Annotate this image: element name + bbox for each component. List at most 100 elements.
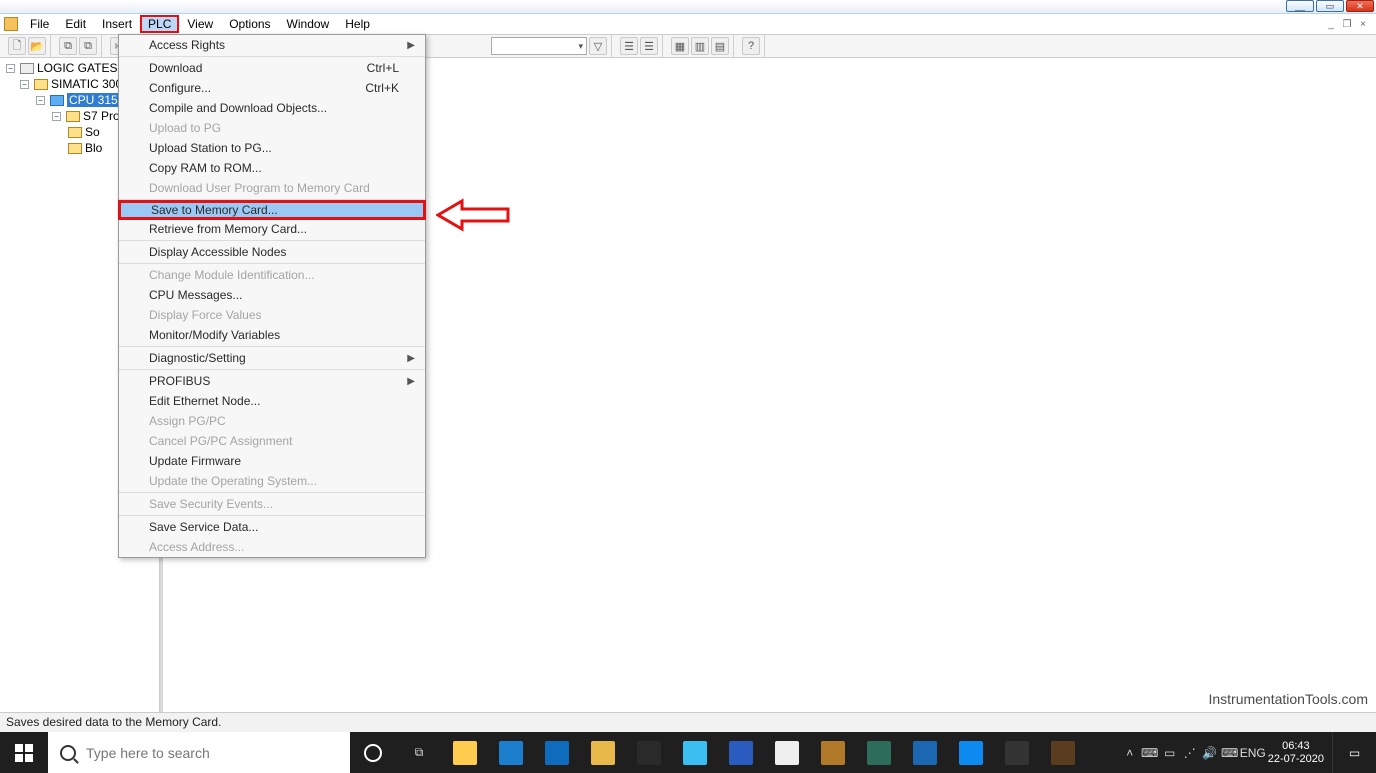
- taskbar-app-store[interactable]: [488, 732, 534, 773]
- statusbar: Saves desired data to the Memory Card.: [0, 712, 1376, 732]
- toolbar-btn-a[interactable]: ⧉: [59, 37, 77, 55]
- taskbar-app-word[interactable]: [718, 732, 764, 773]
- taskbar-app-e[interactable]: [1040, 732, 1086, 773]
- menu-item-display-force-values: Display Force Values: [119, 305, 425, 325]
- menu-view[interactable]: View: [179, 15, 221, 33]
- taskbar-app-paint[interactable]: [580, 732, 626, 773]
- menu-window[interactable]: Window: [279, 15, 338, 33]
- window-minimize-button[interactable]: __: [1286, 0, 1314, 12]
- tray-wifi-icon[interactable]: ⋰: [1180, 746, 1200, 760]
- menu-item-profibus[interactable]: PROFIBUS▶: [119, 371, 425, 391]
- menu-item-edit-ethernet-node[interactable]: Edit Ethernet Node...: [119, 391, 425, 411]
- taskbar-app-a[interactable]: [810, 732, 856, 773]
- tray-chevron-icon[interactable]: ˄: [1120, 746, 1140, 760]
- open-button[interactable]: 📂: [28, 37, 46, 55]
- menu-item-configure[interactable]: Configure...Ctrl+K: [119, 78, 425, 98]
- toolbar-btn-b[interactable]: ⧉: [79, 37, 97, 55]
- menu-item-save-to-memory-card[interactable]: Save to Memory Card...: [118, 200, 426, 220]
- tray-language[interactable]: ENG: [1240, 746, 1260, 760]
- toolbar-btn-g[interactable]: ▤: [711, 37, 729, 55]
- tray-battery-icon[interactable]: ▭: [1160, 746, 1180, 760]
- toolbar-btn-d[interactable]: ☰: [640, 37, 658, 55]
- menu-item-copy-ram-to-rom[interactable]: Copy RAM to ROM...: [119, 158, 425, 178]
- menu-insert[interactable]: Insert: [94, 15, 140, 33]
- menu-item-assign-pg-pc: Assign PG/PC: [119, 411, 425, 431]
- app-icon: [4, 17, 18, 31]
- taskbar-app-edge[interactable]: [672, 732, 718, 773]
- menu-item-compile-and-download-objects[interactable]: Compile and Download Objects...: [119, 98, 425, 118]
- search-icon: [60, 745, 76, 761]
- menu-item-upload-station-to-pg[interactable]: Upload Station to PG...: [119, 138, 425, 158]
- menu-item-cancel-pg-pc-assignment: Cancel PG/PC Assignment: [119, 431, 425, 451]
- taskbar-app-tia[interactable]: [626, 732, 672, 773]
- taskbar-app-b[interactable]: [856, 732, 902, 773]
- menu-item-download[interactable]: DownloadCtrl+L: [119, 58, 425, 78]
- tree-station[interactable]: SIMATIC 300(: [51, 77, 126, 91]
- taskbar-app-d[interactable]: [994, 732, 1040, 773]
- menu-item-monitor-modify-variables[interactable]: Monitor/Modify Variables: [119, 325, 425, 345]
- menu-options[interactable]: Options: [221, 15, 278, 33]
- taskbar-app-explorer[interactable]: [442, 732, 488, 773]
- plc-menu-dropdown: Access Rights▶ DownloadCtrl+LConfigure...…: [118, 34, 426, 558]
- taskbar-app-chrome[interactable]: [764, 732, 810, 773]
- menu-bar: FileEditInsertPLCViewOptionsWindowHelp _…: [0, 14, 1376, 34]
- tray-volume-icon[interactable]: 🔊: [1200, 746, 1220, 760]
- taskbar-search[interactable]: Type here to search: [48, 732, 350, 773]
- window-close-button[interactable]: ✕: [1346, 0, 1374, 12]
- sources-icon: [68, 127, 82, 138]
- window-maximize-button[interactable]: ▭: [1316, 0, 1344, 12]
- taskbar-app-teamviewer[interactable]: [948, 732, 994, 773]
- clock-time: 06:43: [1268, 740, 1324, 753]
- task-view-button[interactable]: ⧉: [396, 732, 442, 773]
- menu-edit[interactable]: Edit: [57, 15, 94, 33]
- tree-program[interactable]: S7 Pro: [83, 109, 120, 123]
- taskbar-app-c[interactable]: [902, 732, 948, 773]
- watermark: InstrumentationTools.com: [1208, 691, 1368, 707]
- blocks-icon: [68, 143, 82, 154]
- taskbar: Type here to search ⧉ ˄ ⌨ ▭ ⋰ 🔊 ⌨ ENG 06…: [0, 732, 1376, 773]
- search-placeholder: Type here to search: [86, 745, 210, 761]
- menu-item-retrieve-from-memory-card[interactable]: Retrieve from Memory Card...: [119, 219, 425, 239]
- menu-item-access-rights[interactable]: Access Rights▶: [119, 35, 425, 55]
- toolbar-btn-c[interactable]: ☰: [620, 37, 638, 55]
- mdi-restore-button[interactable]: ❐: [1340, 19, 1354, 30]
- mdi-close-button[interactable]: ×: [1356, 19, 1370, 30]
- menu-item-update-the-operating-system: Update the Operating System...: [119, 471, 425, 491]
- tray-ime-icon[interactable]: ⌨: [1220, 746, 1240, 760]
- menu-item-update-firmware[interactable]: Update Firmware: [119, 451, 425, 471]
- toolbar-btn-f[interactable]: ▥: [691, 37, 709, 55]
- menu-item-upload-to-pg: Upload to PG: [119, 118, 425, 138]
- help-button[interactable]: ?: [742, 37, 760, 55]
- taskbar-clock[interactable]: 06:43 22-07-2020: [1260, 740, 1332, 766]
- filter-button[interactable]: ▽: [589, 37, 607, 55]
- project-icon: [20, 63, 34, 74]
- program-icon: [66, 111, 80, 122]
- toolbar-btn-e[interactable]: ▦: [671, 37, 689, 55]
- annotation-arrow: [436, 197, 510, 233]
- mdi-minimize-button[interactable]: _: [1324, 19, 1338, 30]
- menu-item-download-user-program-to-memory-card: Download User Program to Memory Card: [119, 178, 425, 198]
- cpu-icon: [50, 95, 64, 106]
- start-button[interactable]: [0, 732, 48, 773]
- system-tray[interactable]: ˄ ⌨ ▭ ⋰ 🔊 ⌨ ENG 06:43 22-07-2020 ▭: [1120, 732, 1376, 773]
- menu-item-display-accessible-nodes[interactable]: Display Accessible Nodes: [119, 242, 425, 262]
- menu-plc[interactable]: PLC: [140, 15, 179, 33]
- new-button[interactable]: 🗋: [8, 37, 26, 55]
- menu-item-diagnostic-setting[interactable]: Diagnostic/Setting▶: [119, 348, 425, 368]
- menu-file[interactable]: File: [22, 15, 57, 33]
- tree-sources[interactable]: So: [85, 125, 100, 139]
- menu-item-save-security-events: Save Security Events...: [119, 494, 425, 514]
- menu-item-save-service-data[interactable]: Save Service Data...: [119, 517, 425, 537]
- clock-date: 22-07-2020: [1268, 753, 1324, 766]
- tray-keyboard-icon[interactable]: ⌨: [1140, 746, 1160, 760]
- station-icon: [34, 79, 48, 90]
- menu-help[interactable]: Help: [337, 15, 378, 33]
- filter-combo[interactable]: ▾: [491, 37, 587, 55]
- menu-item-cpu-messages[interactable]: CPU Messages...: [119, 285, 425, 305]
- taskbar-app-mail[interactable]: [534, 732, 580, 773]
- cortana-button[interactable]: [350, 732, 396, 773]
- titlebar: __ ▭ ✕: [0, 0, 1376, 14]
- tree-blocks[interactable]: Blo: [85, 141, 102, 155]
- action-center-button[interactable]: ▭: [1332, 732, 1376, 773]
- menu-item-access-address: Access Address...: [119, 537, 425, 557]
